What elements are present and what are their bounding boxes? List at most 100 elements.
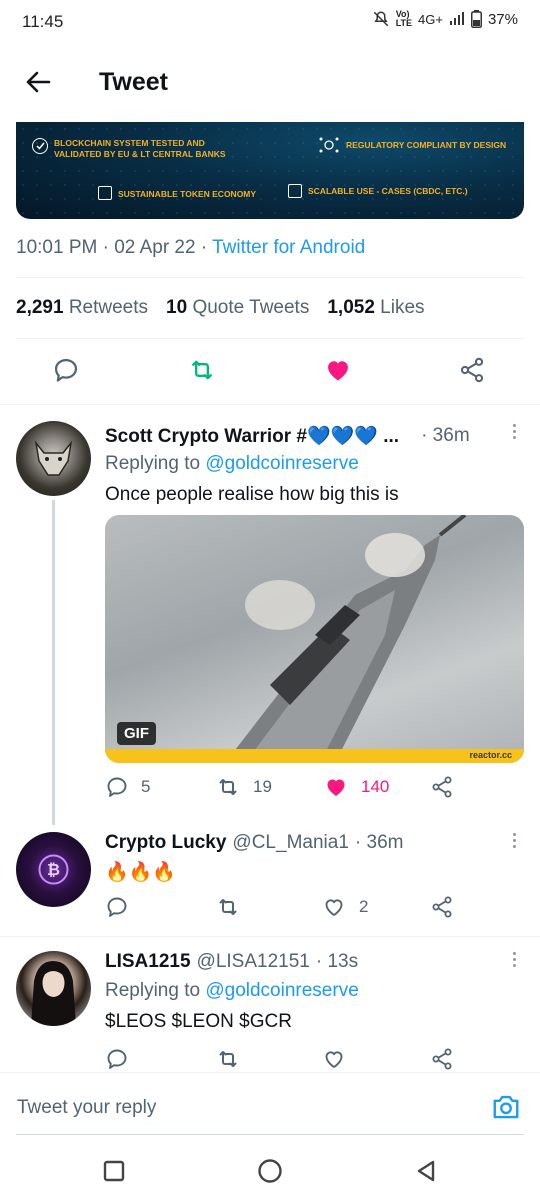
quotes-count: 10 xyxy=(166,297,188,318)
heart-outline-icon xyxy=(325,899,343,916)
mention-link[interactable]: @goldcoinreserve xyxy=(205,980,358,1001)
status-icons: Vo) LTE 4G+ 37% xyxy=(372,10,518,28)
reply-actions: 5 19 140 xyxy=(105,775,525,805)
avatar[interactable]: ₿ xyxy=(16,832,91,907)
reply-input[interactable]: Tweet your reply xyxy=(17,1097,156,1119)
status-bar: 11:45 Vo) LTE 4G+ 37% xyxy=(0,0,540,44)
handle: @LISA12151 xyxy=(196,951,310,972)
quotes-label: Quote Tweets xyxy=(192,297,310,318)
gif-watermark: reactor.cc xyxy=(469,750,512,760)
reply-icon xyxy=(107,777,127,797)
share-button[interactable] xyxy=(430,1047,454,1071)
reply-button[interactable] xyxy=(48,350,84,390)
avatar[interactable] xyxy=(16,951,91,1026)
heart-outline-icon xyxy=(325,1051,343,1068)
timestamp: · 36m xyxy=(421,425,470,446)
likes-stat[interactable]: 1,052 Likes xyxy=(327,297,424,319)
battery-icon xyxy=(470,10,482,28)
display-name[interactable]: LISA1215 xyxy=(105,951,191,973)
banner-item-label: SCALABLE USE - CASES (CBDC, etc.) xyxy=(308,186,468,196)
signal-icon xyxy=(449,12,465,26)
camera-button[interactable] xyxy=(490,1091,522,1123)
more-options-button[interactable] xyxy=(510,424,518,439)
share-icon xyxy=(432,1048,452,1070)
share-button[interactable] xyxy=(430,895,454,919)
check-circle-icon xyxy=(32,138,48,154)
gif-media[interactable]: GIF reactor.cc xyxy=(105,515,524,763)
retweets-label: Retweets xyxy=(68,297,149,318)
status-time: 11:45 xyxy=(22,12,64,31)
volte-icon: Vo) LTE xyxy=(395,9,413,28)
battery-percent: 37% xyxy=(487,10,518,28)
like-count: 140 xyxy=(361,777,390,796)
tweet-meta: 10:01 PM · 02 Apr 22 · Twitter for Andro… xyxy=(16,237,366,258)
reply-header: Scott Crypto Warrior #💙💙💙 ... · 36m xyxy=(105,424,470,448)
retweet-button[interactable] xyxy=(184,350,220,390)
retweet-button[interactable] xyxy=(215,1047,241,1071)
timestamp: · 36m xyxy=(354,832,404,853)
share-icon xyxy=(432,896,452,918)
like-button[interactable]: 140 xyxy=(323,775,389,799)
reply-input-underline xyxy=(16,1134,524,1135)
reply-button[interactable] xyxy=(105,895,129,919)
display-name[interactable]: Crypto Lucky xyxy=(105,832,226,854)
reply-button[interactable] xyxy=(105,1047,129,1071)
home-button[interactable] xyxy=(257,1158,283,1184)
like-count: 2 xyxy=(359,897,369,916)
quotes-stat[interactable]: 10 Quote Tweets xyxy=(166,297,309,319)
replying-prefix: Replying to xyxy=(105,453,201,474)
bitcoin-logo-icon: ₿ xyxy=(38,854,69,885)
more-options-button[interactable] xyxy=(510,833,518,848)
profile-photo-icon xyxy=(31,961,76,1026)
back-nav-button[interactable] xyxy=(413,1158,439,1184)
banner-item-label: REGULATORY COMPLIANT BY DESIGN xyxy=(346,140,507,150)
arrow-left-icon xyxy=(26,71,51,93)
tweet-stats: 2,291 Retweets 10 Quote Tweets 1,052 Lik… xyxy=(16,297,425,319)
tweet-actions xyxy=(0,350,540,394)
retweet-icon xyxy=(192,360,212,380)
tweet-source-link[interactable]: Twitter for Android xyxy=(212,237,365,258)
retweets-stat[interactable]: 2,291 Retweets xyxy=(16,297,148,319)
wolf-logo-icon xyxy=(34,440,73,476)
network-nodes-icon xyxy=(318,136,340,157)
recents-button[interactable] xyxy=(101,1158,127,1184)
retweet-button[interactable] xyxy=(215,895,241,919)
retweet-button[interactable]: 19 xyxy=(215,775,272,799)
rocket-launch-image xyxy=(225,515,467,763)
like-button[interactable] xyxy=(320,350,356,390)
banner-item-token-economy: SUSTAINABLE TOKEN ECONOMY xyxy=(98,186,298,200)
heart-filled-icon xyxy=(327,779,345,796)
share-button[interactable] xyxy=(430,775,454,799)
expand-arrow-icon xyxy=(288,184,302,198)
like-button[interactable] xyxy=(321,1047,347,1071)
retweet-count: 19 xyxy=(253,777,272,796)
replying-to: Replying to @goldcoinreserve xyxy=(105,980,359,1002)
reply-icon xyxy=(107,897,127,917)
recents-icon xyxy=(103,1160,125,1182)
mute-icon xyxy=(372,10,390,28)
tweet-image[interactable]: BLOCKCHAIN SYSTEM TESTED AND VALIDATED B… xyxy=(16,122,524,219)
reply-button[interactable]: 5 xyxy=(105,775,150,799)
retweet-icon xyxy=(219,899,237,915)
more-options-button[interactable] xyxy=(510,952,518,967)
like-button[interactable]: 2 xyxy=(321,895,368,919)
camera-icon xyxy=(493,1095,519,1119)
back-button[interactable] xyxy=(20,64,56,100)
display-name[interactable]: Scott Crypto Warrior #💙💙💙 ... xyxy=(105,424,399,448)
mention-link[interactable]: @goldcoinreserve xyxy=(205,453,358,474)
banner-item-regulatory: REGULATORY COMPLIANT BY DESIGN xyxy=(318,136,518,157)
banner-item-label: BLOCKCHAIN SYSTEM TESTED AND VALIDATED B… xyxy=(54,138,226,159)
replying-prefix: Replying to xyxy=(105,980,201,1001)
banner-item-label: SUSTAINABLE TOKEN ECONOMY xyxy=(118,189,257,199)
share-button[interactable] xyxy=(454,350,490,390)
avatar[interactable] xyxy=(16,421,91,496)
reply-count: 5 xyxy=(141,777,151,796)
reply-header: LISA1215 @LISA12151 · 13s xyxy=(105,951,358,973)
back-triangle-icon xyxy=(417,1160,435,1182)
retweet-icon xyxy=(219,779,237,795)
gif-badge: GIF xyxy=(117,722,156,745)
tweet-date: 02 Apr 22 xyxy=(114,237,196,258)
reply-icon xyxy=(54,358,78,382)
divider xyxy=(16,277,524,278)
cashtags-text[interactable]: $LEOS $LEON $GCR xyxy=(105,1011,292,1033)
